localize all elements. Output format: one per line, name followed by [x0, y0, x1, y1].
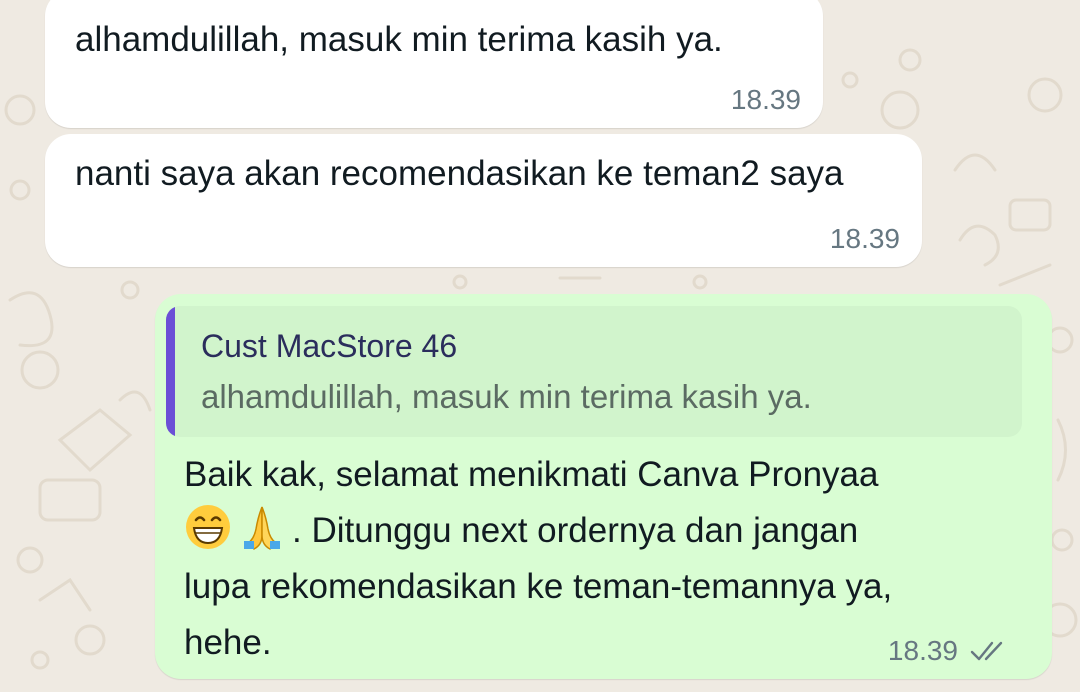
quote-accent-bar	[166, 306, 175, 437]
message-line: lupa rekomendasikan ke teman-temannya ya…	[184, 567, 893, 606]
message-timestamp: 18.39	[887, 635, 958, 666]
double-check-icon	[970, 641, 1003, 661]
message-line: Baik kak, selamat menikmati Canva Pronya…	[184, 455, 879, 494]
message-text: nanti saya akan recomendasikan ke teman2…	[75, 154, 844, 193]
grinning-face-emoji	[186, 505, 230, 549]
incoming-message-bubble[interactable]: alhamdulillah, masuk min terima kasih ya…	[45, 0, 823, 128]
message-line: . Ditunggu next ordernya dan jangan	[184, 503, 1004, 559]
folded-hands-emoji	[244, 506, 280, 550]
message-line-text: . Ditunggu next ordernya dan jangan	[292, 511, 859, 550]
message-text: alhamdulillah, masuk min terima kasih ya…	[75, 20, 723, 59]
message-text: Baik kak, selamat menikmati Canva Pronya…	[184, 447, 1004, 671]
outgoing-message-bubble[interactable]: Cust MacStore 46 alhamdulillah, masuk mi…	[155, 294, 1052, 679]
message-timestamp: 18.39	[730, 84, 801, 115]
incoming-message-bubble[interactable]: nanti saya akan recomendasikan ke teman2…	[45, 134, 922, 267]
quoted-text: alhamdulillah, masuk min terima kasih ya…	[201, 378, 812, 415]
message-timestamp: 18.39	[829, 223, 900, 254]
message-meta: 18.39	[888, 635, 1010, 667]
message-line: hehe.	[184, 623, 272, 662]
quoted-reply[interactable]: Cust MacStore 46 alhamdulillah, masuk mi…	[166, 306, 1022, 437]
quoted-author: Cust MacStore 46	[201, 328, 458, 364]
